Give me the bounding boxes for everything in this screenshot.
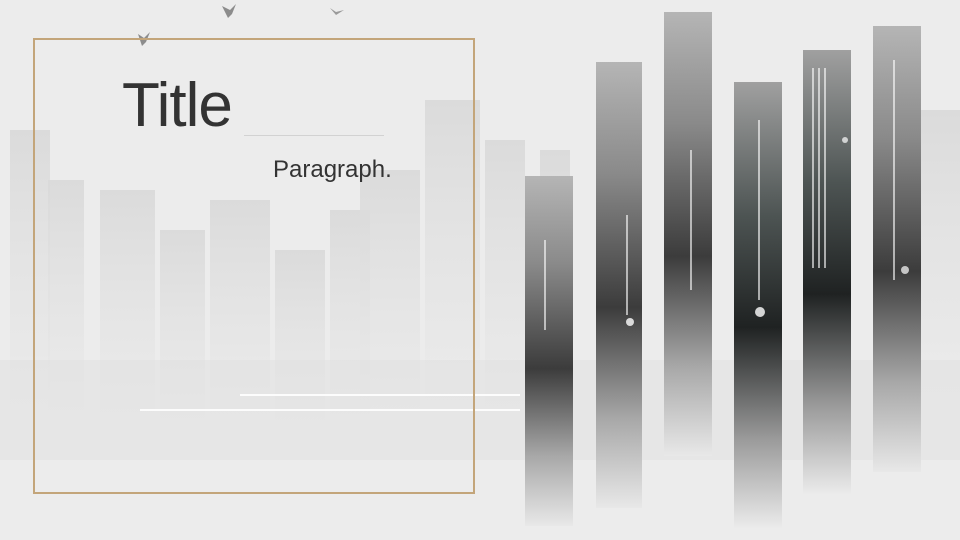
title-underline bbox=[244, 135, 384, 136]
slide-title[interactable]: Title bbox=[122, 71, 233, 140]
bird-icon bbox=[330, 8, 344, 15]
slide: Title Paragraph. bbox=[0, 0, 960, 540]
content-frame bbox=[33, 38, 475, 494]
bird-icon bbox=[222, 4, 236, 18]
slide-paragraph[interactable]: Paragraph. bbox=[273, 156, 392, 185]
